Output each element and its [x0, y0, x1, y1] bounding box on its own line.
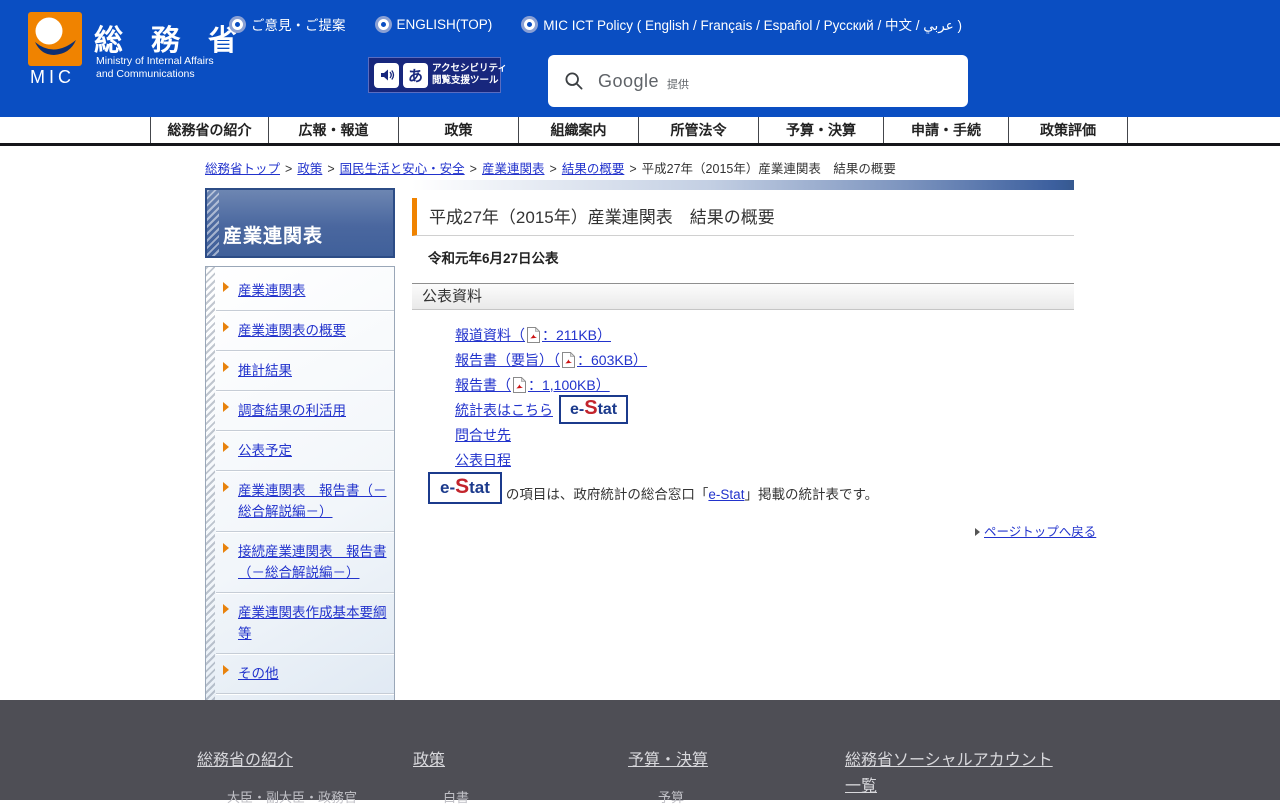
content-gradient-bar	[412, 180, 1074, 190]
speaker-icon	[374, 63, 399, 88]
published-materials-links: 報道資料（：211KB） 報告書（要旨）（：603KB） 報告書（：1,100K…	[455, 322, 647, 472]
sidebar-title-box: 産業連関表	[205, 188, 395, 258]
pdf-icon	[513, 377, 526, 393]
breadcrumb-link-io-tables[interactable]: 産業連関表	[482, 162, 545, 176]
nav-item-applications[interactable]: 申請・手続	[883, 117, 1008, 143]
mic-logo-icon	[28, 12, 82, 66]
triangle-bullet-icon	[223, 442, 229, 452]
footer-col-budget: 予算・決算 予算	[628, 748, 708, 806]
footer-col-policies: 政策 白書	[413, 748, 469, 806]
breadcrumb-link-results-overview[interactable]: 結果の概要	[562, 162, 625, 176]
footer-heading-budget[interactable]: 予算・決算	[628, 752, 708, 769]
sidebar-item-linked-report[interactable]: 接続産業連関表 報告書（－総合解説編－）	[216, 532, 394, 593]
breadcrumb-link-policies[interactable]: 政策	[297, 162, 322, 176]
triangle-bullet-icon	[223, 362, 229, 372]
nav-item-laws[interactable]: 所管法令	[638, 117, 758, 143]
accessibility-tool-button[interactable]: あ アクセシビリティ 閲覧支援ツール	[368, 57, 501, 93]
sidebar-item-io-tables[interactable]: 産業連関表	[216, 271, 394, 311]
ministry-subtitle: Ministry of Internal Affairs and Communi…	[96, 55, 214, 81]
link-row-press-release: 報道資料（：211KB）	[455, 322, 647, 347]
mic-acronym: MIC	[30, 67, 75, 88]
footer-heading-about[interactable]: 総務省の紹介	[197, 752, 293, 769]
feedback-link[interactable]: ご意見・ご提案	[232, 14, 346, 34]
estat-note-text: の項目は、政府統計の総合窓口「e-Stat」掲載の統計表です。	[506, 483, 878, 503]
section-heading-published-materials: 公表資料	[412, 283, 1074, 310]
pdf-icon	[527, 327, 540, 343]
site-header: MIC 総 務 省 Ministry of Internal Affairs a…	[0, 0, 1280, 117]
contact-link[interactable]: 問合せ先	[455, 425, 511, 445]
estat-logo-badge: e-Stat	[428, 472, 502, 504]
breadcrumb-current: 平成27年（2015年）産業連関表 結果の概要	[642, 162, 896, 176]
triangle-bullet-icon	[975, 528, 980, 536]
accessibility-label: アクセシビリティ 閲覧支援ツール	[432, 63, 507, 87]
nav-item-public-relations[interactable]: 広報・報道	[268, 117, 398, 143]
breadcrumb-link-daily-life[interactable]: 国民生活と安心・安全	[340, 162, 465, 176]
link-row-statistics-tables: 統計表はこちら e-Stat	[455, 397, 647, 422]
sidebar-item-estimation-results[interactable]: 推計結果	[216, 351, 394, 391]
footer-sub-whitepaper[interactable]: 白書	[413, 787, 469, 806]
footer-heading-policies[interactable]: 政策	[413, 752, 445, 769]
triangle-bullet-icon	[223, 604, 229, 614]
nav-item-organization[interactable]: 組織案内	[518, 117, 638, 143]
footer-sub-ministers[interactable]: 大臣・副大臣・政務官	[197, 787, 357, 806]
link-row-contact: 問合せ先	[455, 422, 647, 447]
triangle-bullet-icon	[223, 543, 229, 553]
back-to-top-link[interactable]: ページトップへ戻る	[975, 521, 1075, 540]
circle-marker-icon	[232, 19, 243, 30]
triangle-bullet-icon	[223, 282, 229, 292]
sidebar-item-report[interactable]: 産業連関表 報告書（－総合解説編－）	[216, 471, 394, 532]
link-row-release-schedule: 公表日程	[455, 447, 647, 472]
estat-note: e-Stat の項目は、政府統計の総合窓口「e-Stat」掲載の統計表です。	[428, 472, 878, 504]
pdf-icon	[562, 352, 575, 368]
sidebar-item-others[interactable]: その他	[216, 654, 394, 694]
triangle-bullet-icon	[223, 402, 229, 412]
report-summary-pdf-link[interactable]: 報告書（要旨）（：603KB）	[455, 350, 647, 370]
mic-ict-policy-link[interactable]: MIC ICT Policy ( English / Français / Es…	[524, 14, 962, 34]
nav-item-about[interactable]: 総務省の紹介	[150, 117, 268, 143]
sidebar-item-basic-guidelines[interactable]: 産業連関表作成基本要綱等	[216, 593, 394, 654]
triangle-bullet-icon	[223, 665, 229, 675]
link-row-report-summary: 報告書（要旨）（：603KB）	[455, 347, 647, 372]
estat-logo-button[interactable]: e-Stat	[559, 395, 628, 424]
site-footer: 総務省の紹介 大臣・副大臣・政務官 政策 白書 予算・決算 予算 総務省ソーシャ…	[0, 700, 1280, 800]
google-brand-label: Google	[598, 71, 659, 92]
search-provided-by-label: 提供	[667, 76, 689, 92]
page-title: 平成27年（2015年）産業連関表 結果の概要	[412, 198, 1074, 236]
estat-text-link[interactable]: e-Stat	[708, 487, 744, 502]
breadcrumb-link-home[interactable]: 総務省トップ	[205, 162, 280, 176]
footer-heading-social-accounts[interactable]: 総務省ソーシャルアカウント一覧	[845, 752, 1053, 795]
ministry-title: 総 務 省	[94, 17, 247, 59]
search-icon	[564, 71, 584, 91]
publish-date: 令和元年6月27日公表	[428, 247, 559, 267]
nav-item-policy-evaluation[interactable]: 政策評価	[1008, 117, 1128, 143]
triangle-bullet-icon	[223, 482, 229, 492]
english-top-link[interactable]: ENGLISH(TOP)	[378, 17, 493, 32]
sidebar-title: 産業連関表	[223, 221, 323, 248]
footer-col-about: 総務省の紹介 大臣・副大臣・政務官	[197, 748, 357, 806]
footer-sub-budget[interactable]: 予算	[628, 787, 708, 806]
release-schedule-link[interactable]: 公表日程	[455, 450, 511, 470]
statistics-tables-link[interactable]: 統計表はこちら	[455, 400, 553, 420]
report-pdf-link[interactable]: 報告書（：1,100KB）	[455, 375, 610, 395]
link-row-report: 報告書（：1,100KB）	[455, 372, 647, 397]
circle-marker-icon	[378, 19, 389, 30]
sidebar-item-survey-utilization[interactable]: 調査結果の利活用	[216, 391, 394, 431]
site-search-input[interactable]: Google 提供	[548, 55, 968, 107]
nav-item-policies[interactable]: 政策	[398, 117, 518, 143]
hiragana-a-icon: あ	[403, 63, 428, 88]
sidebar-menu: 産業連関表 産業連関表の概要 推計結果 調査結果の利活用 公表予定 産業連関表 …	[205, 266, 395, 738]
header-top-links: ご意見・ご提案 ENGLISH(TOP) MIC ICT Policy ( En…	[232, 14, 962, 34]
footer-col-social-accounts: 総務省ソーシャルアカウント一覧	[845, 748, 1065, 800]
sidebar-item-release-schedule[interactable]: 公表予定	[216, 431, 394, 471]
mic-logo[interactable]: MIC 総 務 省 Ministry of Internal Affairs a…	[28, 9, 258, 101]
global-nav: 総務省の紹介 広報・報道 政策 組織案内 所管法令 予算・決算 申請・手続 政策…	[0, 117, 1280, 146]
triangle-bullet-icon	[223, 322, 229, 332]
sidebar-item-overview[interactable]: 産業連関表の概要	[216, 311, 394, 351]
nav-item-budget[interactable]: 予算・決算	[758, 117, 883, 143]
breadcrumb: 総務省トップ>政策>国民生活と安心・安全>産業連関表>結果の概要>平成27年（2…	[205, 158, 896, 177]
press-release-pdf-link[interactable]: 報道資料（：211KB）	[455, 325, 611, 345]
circle-marker-icon	[524, 19, 535, 30]
